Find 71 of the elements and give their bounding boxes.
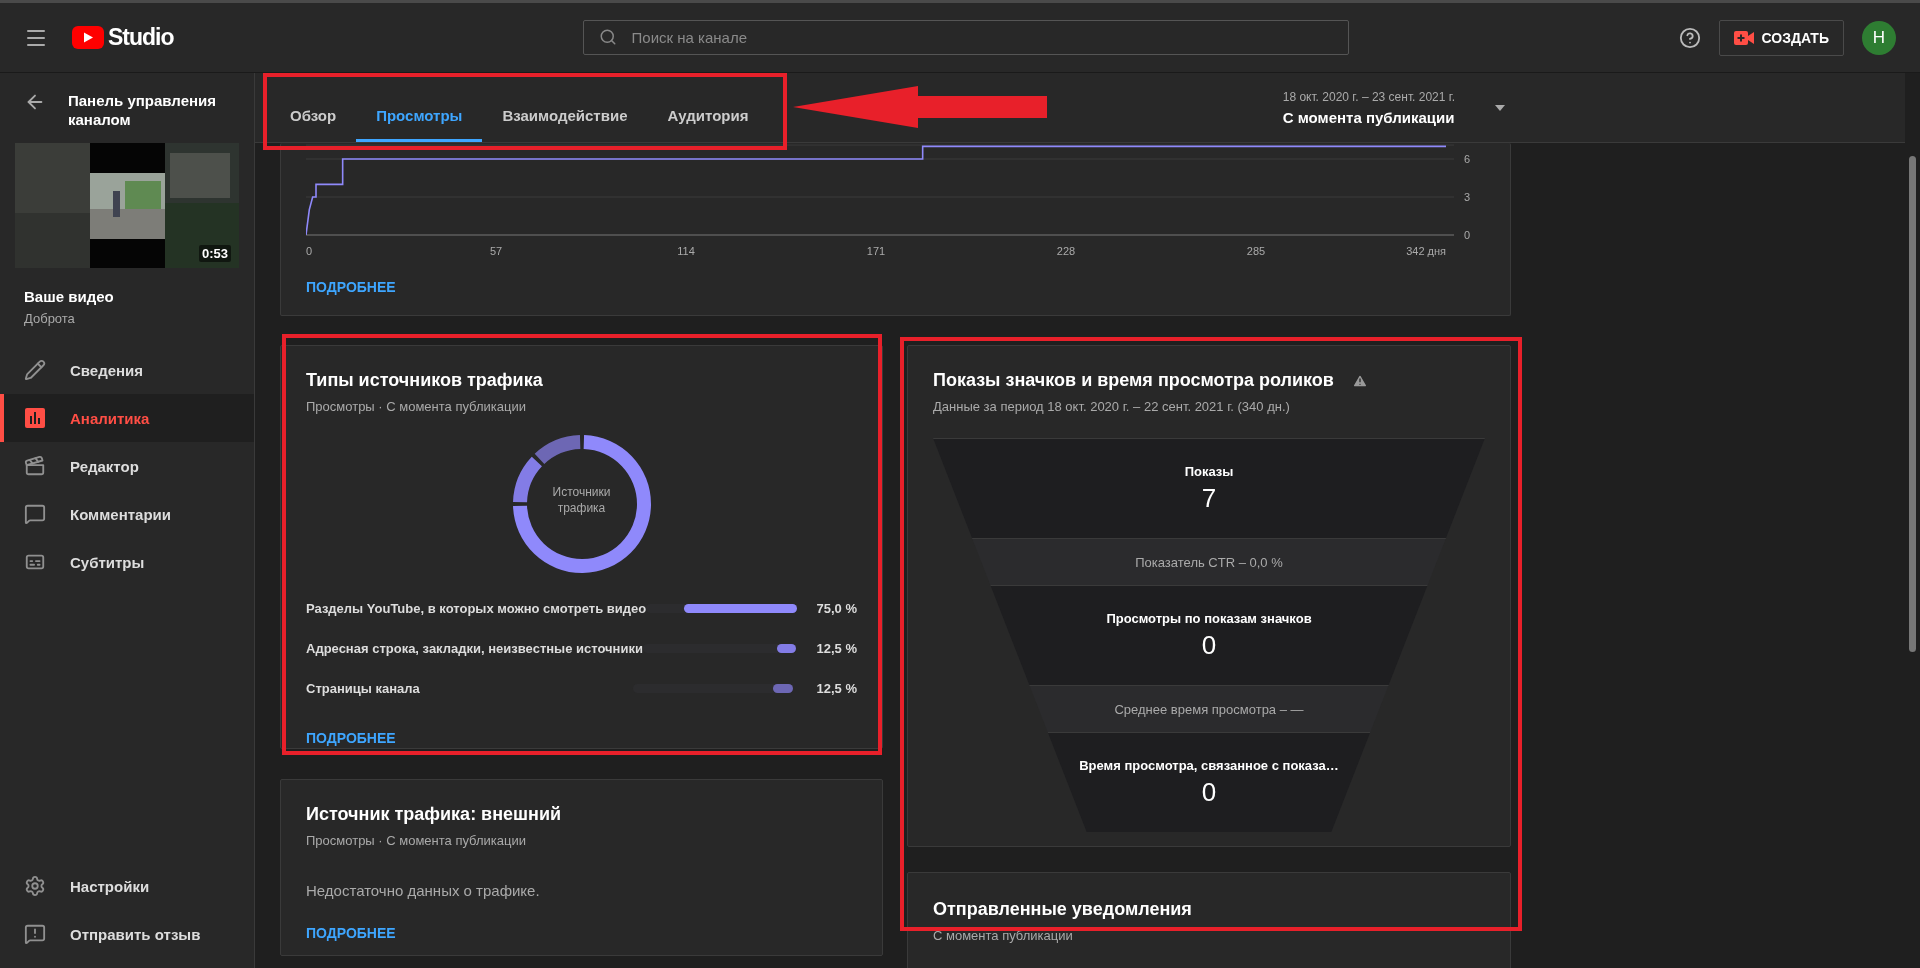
caret-icon [1495,104,1505,111]
tab[interactable]: Взаимодействие [482,88,648,142]
stage-label: Время просмотра, связанное с показа… [1079,757,1339,773]
analytics-icon [24,407,46,429]
date-range-label: С момента публикации [1282,108,1455,126]
settings-icon [24,875,46,897]
video-camera-icon [1733,30,1754,45]
x-tick-label: 114 [677,245,695,257]
sidebar-item[interactable]: Аналитика [0,394,254,442]
card-subtitle: Просмотры · С момента публикации [306,833,527,848]
share-percent: 75,0 % [815,600,857,616]
x-tick-label: 171 [866,245,886,257]
feedback-icon [24,923,46,945]
y-tick-label: 3 [1464,191,1471,203]
search-icon [598,28,617,46]
card-subtitle: Просмотры · С момента публикации [306,399,527,414]
sidebar-item[interactable]: Редактор [0,442,254,490]
stage-value: 0 [1201,629,1217,661]
stage-label: Просмотры по показам значков [1106,610,1312,626]
card-title: Источник трафика: внешний [306,804,563,825]
help-icon[interactable] [1678,26,1701,49]
date-range-selector[interactable]: 18 окт. 2020 г. – 23 сент. 2021 г. С момента публикации [1282,89,1505,126]
card-title: Отправленные уведомления [933,899,1193,920]
no-data-message: Недостаточно данных о трафике. [306,882,541,899]
card-subtitle: Данные за период 18 окт. 2020 г. – 22 сент. 2021 г. (340 дн.) [933,399,1291,414]
x-tick-label: 0 [306,245,313,257]
sidebar-item[interactable]: Субтитры [0,538,254,586]
comment-icon [24,503,46,525]
dashboard-title: Панель управления каналом [68,91,218,129]
y-tick-label: 6 [1464,153,1471,165]
sidebar-item[interactable]: Отправить отзыв [0,910,254,958]
card-subtitle: С момента публикации [933,928,1074,943]
video-duration: 0:53 [198,245,231,262]
video-title: Ваше видео [24,288,115,305]
traffic-source-label: Адресная строка, закладки, неизвестные источники [306,640,643,656]
card-title: Типы источников трафика [306,370,544,391]
stage-value: 0 [1201,776,1217,808]
play-logo-icon [72,26,104,49]
clapperboard-icon [24,455,46,477]
date-period: 18 окт. 2020 г. – 23 сент. 2021 г. [1282,89,1455,104]
traffic-source-label: Разделы YouTube, в которых можно смотреть видео [306,600,647,616]
more-link[interactable]: ПОДРОБНЕЕ [306,730,396,746]
avatar[interactable]: Н [1862,20,1896,55]
x-tick-label: 342 дня [1406,245,1446,257]
metric-label: Среднее время просмотра – — [1114,701,1304,717]
donut-center-label: Источники трафика [551,484,612,516]
pencil-icon [24,359,46,381]
x-tick-label: 228 [1056,245,1076,257]
scrollbar-thumb[interactable] [1909,156,1916,652]
share-percent: 12,5 % [815,680,857,696]
sidebar-item[interactable]: Комментарии [0,490,254,538]
sidebar-item[interactable]: Настройки [0,862,254,910]
card-title: Показы значков и время просмотра роликов [933,370,1334,391]
y-tick-label: 0 [1464,229,1471,241]
sidebar-item[interactable]: Сведения [0,346,254,394]
tab[interactable]: Обзор [270,88,357,142]
x-tick-label: 285 [1246,245,1266,257]
search-field[interactable]: Поиск на канале [582,20,1349,55]
video-thumbnail[interactable]: 0:53 [15,143,239,268]
more-link[interactable]: ПОДРОБНЕЕ [306,279,396,295]
logo-text: Studio [108,24,174,51]
create-button[interactable]: СОЗДАТЬ [1718,19,1844,56]
x-tick-label: 57 [489,245,503,257]
share-percent: 12,5 % [815,640,857,656]
metric-label: Показатель CTR – 0,0 % [1135,554,1283,570]
tab[interactable]: Аудитория [647,88,769,142]
more-link[interactable]: ПОДРОБНЕЕ [306,925,396,941]
stage-value: 7 [1201,482,1217,514]
traffic-source-label: Страницы канала [306,680,421,696]
stage-label: Показы [1184,463,1234,479]
video-name: Доброта [24,311,76,326]
